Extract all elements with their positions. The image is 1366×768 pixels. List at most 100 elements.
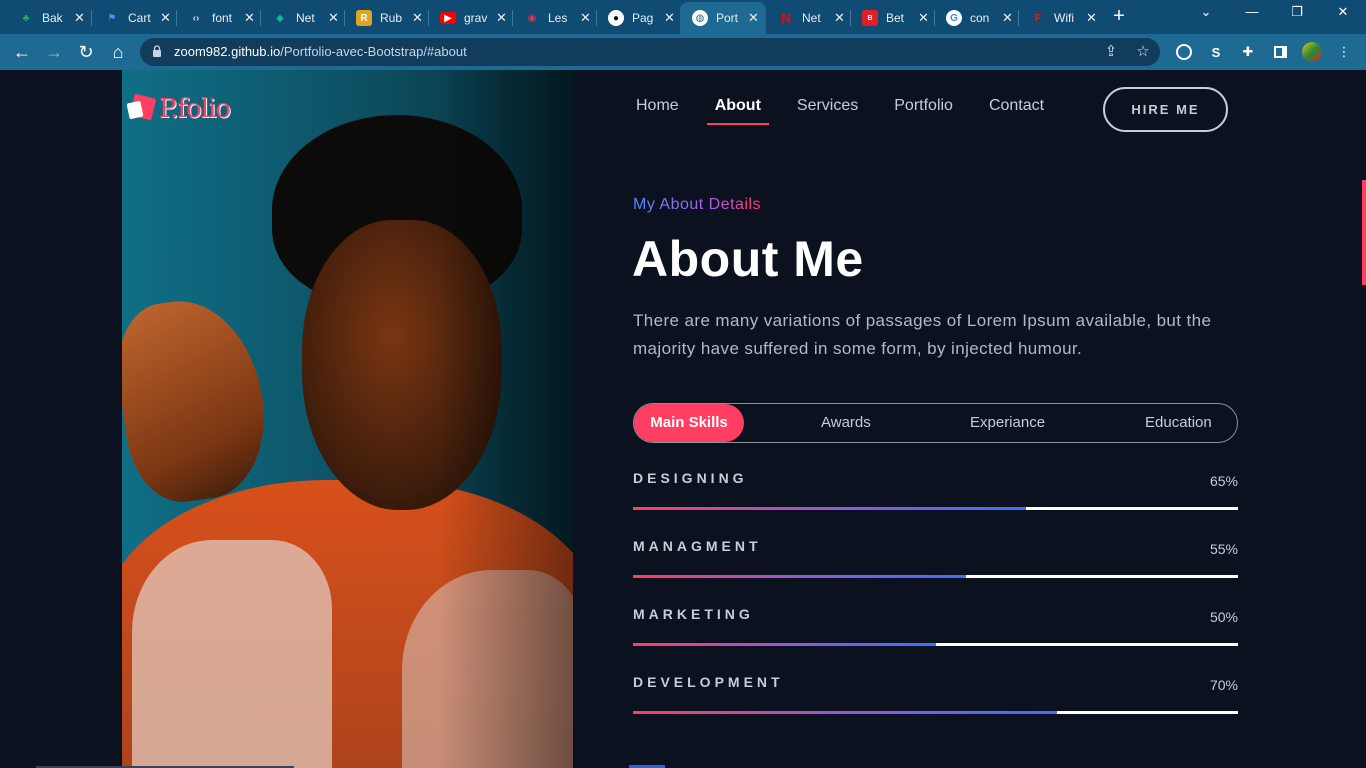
- close-icon[interactable]: ✕: [496, 10, 507, 26]
- restore-button[interactable]: ❐: [1283, 4, 1311, 26]
- close-icon[interactable]: ✕: [74, 10, 85, 26]
- nav-about[interactable]: About: [706, 97, 770, 125]
- skill-name: MARKETING: [633, 606, 754, 622]
- s-extension-icon[interactable]: S: [1206, 42, 1226, 62]
- nav-home[interactable]: Home: [636, 97, 679, 125]
- tab-search-icon[interactable]: ⌄: [1192, 4, 1220, 26]
- logo-text: P.folio: [159, 94, 231, 124]
- browser-tab-active[interactable]: ◍ Port ✕: [680, 2, 766, 34]
- browser-tab[interactable]: F Wifi ✕: [1018, 4, 1103, 32]
- url-host: zoom982.github.io: [174, 44, 281, 59]
- logo-mark-icon: [126, 93, 157, 122]
- close-icon[interactable]: ✕: [160, 10, 171, 26]
- betsoft-icon: B: [862, 10, 878, 26]
- about-tabs: Main Skills Awards Experiance Education: [633, 403, 1238, 443]
- close-icon[interactable]: ✕: [1086, 10, 1097, 26]
- progress-track: [633, 711, 1238, 714]
- progress-fill: [633, 507, 1027, 510]
- close-icon[interactable]: ✕: [244, 10, 255, 26]
- close-window-button[interactable]: ✕: [1329, 4, 1357, 26]
- progress-track: [633, 575, 1238, 578]
- skill-development: DEVELOPMENT 70%: [633, 674, 1238, 734]
- tab-education[interactable]: Education: [1145, 404, 1212, 442]
- nav-services[interactable]: Services: [797, 97, 858, 125]
- leaf-icon: ♣: [22, 12, 30, 24]
- about-description: There are many variations of passages of…: [633, 311, 1212, 358]
- skill-name: DESIGNING: [633, 470, 748, 486]
- browser-tab[interactable]: ● Pag ✕: [596, 4, 681, 32]
- skill-percent: 50%: [1209, 609, 1238, 625]
- share-icon[interactable]: ⇪: [1102, 43, 1120, 61]
- browser-tab[interactable]: ◆ Net ✕: [260, 4, 345, 32]
- avatar[interactable]: [1302, 42, 1322, 62]
- browser-tab[interactable]: R Rub ✕: [344, 4, 429, 32]
- scroll-indicator[interactable]: [1362, 180, 1366, 285]
- back-icon[interactable]: ←: [10, 40, 34, 64]
- portfolio-page: P.folio Home About Services Portfolio Co…: [0, 70, 1366, 768]
- tab-title: Net: [802, 11, 821, 25]
- forward-icon[interactable]: →: [42, 40, 66, 64]
- progress-track: [633, 507, 1238, 510]
- tab-title: Bak: [42, 11, 63, 25]
- nav-portfolio[interactable]: Portfolio: [894, 97, 953, 125]
- close-icon[interactable]: ✕: [748, 10, 759, 26]
- close-icon[interactable]: ✕: [328, 10, 339, 26]
- wifi-logo-icon: F: [1034, 12, 1042, 24]
- tab-title: Pag: [632, 11, 654, 25]
- reload-icon[interactable]: ↻: [74, 40, 98, 64]
- progress-fill: [633, 575, 966, 578]
- extension-icon[interactable]: [1174, 42, 1194, 62]
- browser-tab[interactable]: ▶ grav ✕: [428, 4, 513, 32]
- browser-tab[interactable]: ♣ Bak ✕: [6, 4, 91, 32]
- new-tab-button[interactable]: +: [1108, 6, 1130, 28]
- close-icon[interactable]: ✕: [918, 10, 929, 26]
- lock-icon: [153, 45, 161, 57]
- puzzle-icon[interactable]: ✚: [1238, 42, 1258, 62]
- browser-tab[interactable]: B Bet ✕: [850, 4, 935, 32]
- close-icon[interactable]: ✕: [412, 10, 423, 26]
- close-icon[interactable]: ✕: [1002, 10, 1013, 26]
- github-icon: ●: [608, 10, 624, 26]
- skill-percent: 55%: [1209, 541, 1238, 557]
- site-logo[interactable]: P.folio: [126, 93, 231, 124]
- browser-tab[interactable]: ◉ Les ✕: [512, 4, 597, 32]
- browser-tab[interactable]: ‹› font ✕: [176, 4, 261, 32]
- address-bar[interactable]: zoom982.github.io/Portfolio-avec-Bootstr…: [140, 38, 1160, 66]
- globe-icon: ◍: [692, 10, 708, 26]
- tab-title: Port: [716, 11, 739, 25]
- menu-icon[interactable]: ⋮: [1334, 42, 1354, 62]
- tab-main-skills[interactable]: Main Skills: [634, 404, 744, 442]
- tab-title: Bet: [886, 11, 905, 25]
- nav-contact[interactable]: Contact: [989, 97, 1044, 125]
- hire-me-button[interactable]: HIRE ME: [1103, 87, 1228, 132]
- tab-experiance[interactable]: Experiance: [970, 404, 1045, 442]
- browser-tab[interactable]: ⚑ Cart ✕: [92, 4, 177, 32]
- close-icon[interactable]: ✕: [834, 10, 845, 26]
- main-nav: Home About Services Portfolio Contact: [636, 97, 1080, 125]
- skill-designing: DESIGNING 65%: [633, 470, 1238, 530]
- skill-name: MANAGMENT: [633, 538, 762, 554]
- tab-title: Wifi: [1054, 11, 1074, 25]
- bookmark-star-icon[interactable]: ☆: [1134, 43, 1152, 61]
- section-subtitle: My About Details: [633, 196, 762, 213]
- tab-title: Rub: [380, 11, 403, 25]
- netflix-icon: N: [780, 10, 792, 26]
- url-path: /Portfolio-avec-Bootstrap/#about: [280, 44, 467, 59]
- side-panel-icon[interactable]: [1270, 42, 1290, 62]
- close-icon[interactable]: ✕: [580, 10, 591, 26]
- home-icon[interactable]: ⌂: [106, 40, 130, 64]
- browser-tab[interactable]: Gcon ✕: [934, 4, 1019, 32]
- camera-icon: ◉: [527, 12, 537, 24]
- tab-awards[interactable]: Awards: [821, 404, 871, 442]
- progress-fill: [633, 643, 936, 646]
- youtube-icon: ▶: [440, 12, 456, 24]
- minimize-button[interactable]: —: [1238, 4, 1266, 26]
- skill-percent: 65%: [1209, 473, 1238, 489]
- rubygems-icon: R: [356, 10, 372, 26]
- tab-title: font: [212, 11, 233, 25]
- url-text[interactable]: zoom982.github.io/Portfolio-avec-Bootstr…: [174, 44, 467, 59]
- close-icon[interactable]: ✕: [664, 10, 675, 26]
- browser-tab[interactable]: N Net ✕: [766, 4, 851, 32]
- google-icon: G: [946, 10, 962, 26]
- progress-track: [633, 643, 1238, 646]
